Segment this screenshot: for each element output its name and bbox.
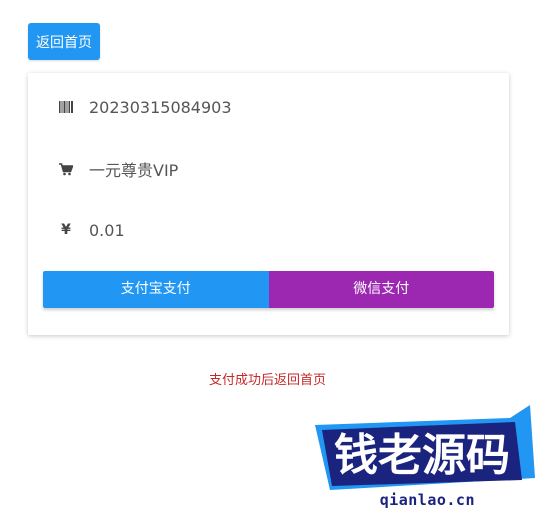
wechat-pay-button[interactable]: 微信支付 [268,271,494,308]
order-number: 20230315084903 [89,97,232,117]
price-row: ¥ 0.01 [58,218,125,242]
return-hint: 支付成功后返回首页 [208,373,326,388]
product-row: 一元尊贵VIP [58,157,178,181]
cart-icon [58,161,74,177]
order-number-row: 20230315084903 [58,95,232,119]
barcode-icon [58,99,74,115]
order-card: 20230315084903 一元尊贵VIP ¥ 0.01 支付宝支付 微信支付 [28,73,509,335]
watermark-domain: qianlao.cn [379,491,475,509]
product-name: 一元尊贵VIP [89,161,179,180]
back-home-button[interactable]: 返回首页 [28,23,100,60]
watermark-logo: 钱老源码 qianlao.cn [310,400,535,511]
price-value: 0.01 [89,220,125,240]
watermark-brand: 钱老源码 [334,430,510,481]
alipay-button[interactable]: 支付宝支付 [43,271,269,308]
payment-buttons: 支付宝支付 微信支付 [43,271,494,308]
payment-page: 返回首页 20230315084903 一元尊贵VIP ¥ 0.01 支付宝支付… [0,0,535,511]
yen-icon: ¥ [61,222,71,238]
